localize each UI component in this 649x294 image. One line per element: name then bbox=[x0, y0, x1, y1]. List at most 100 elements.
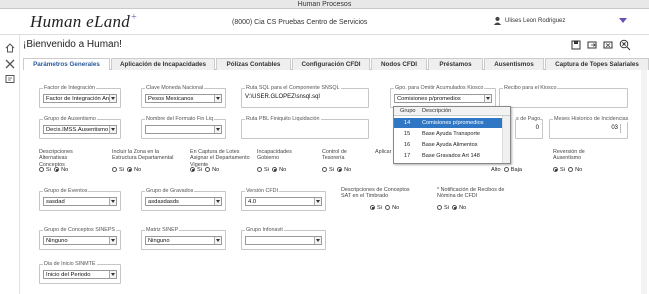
radio-si bbox=[39, 167, 44, 172]
reversion-ausentismo-radio[interactable]: Si No bbox=[553, 167, 582, 173]
desc-alternativas-label: Descripciones Alternativas Conceptos bbox=[39, 149, 73, 168]
radio-no bbox=[205, 167, 211, 172]
ruta-sql-group: Ruta SQL para el Componente SNSQL V:\USE… bbox=[241, 85, 369, 108]
notificacion-recibos-label: * Notificación de Recibos de Nómina de C… bbox=[437, 187, 505, 200]
version-cfdi-select[interactable]: 4.0 bbox=[245, 197, 322, 206]
ruta-sql-input[interactable]: V:\USER.GLOPEZ\snsql.sql bbox=[245, 94, 320, 100]
grupo-eventos-select[interactable]: sasdad bbox=[43, 197, 117, 206]
notificacion-recibos-radio[interactable]: Si No bbox=[437, 205, 466, 211]
grupo-infonavit-select[interactable] bbox=[245, 236, 322, 245]
grupo-infonavit-group: Grupo Infonavit bbox=[241, 227, 326, 250]
dias-pago-input[interactable]: 0 bbox=[536, 125, 539, 131]
desc-sat-timbrado-label: Descripciones de Conceptos SAT en el Tim… bbox=[341, 187, 410, 200]
radio-no bbox=[568, 167, 574, 172]
radio-si bbox=[322, 167, 327, 172]
dropdown-option[interactable]: 16 Base Ayuda Alimentos bbox=[394, 140, 502, 150]
ausentismo-alta-baja-radio[interactable]: Alto Baja bbox=[491, 167, 522, 173]
incapacidades-gobierno-label: Incapacidades Gobierno bbox=[257, 149, 292, 162]
radio-si bbox=[257, 167, 262, 172]
page-title: ¡Bienvenido a Human! bbox=[23, 39, 122, 50]
page-scrollbar[interactable] bbox=[641, 70, 647, 294]
radio-no bbox=[385, 205, 391, 210]
chevron-down-icon bbox=[109, 126, 116, 133]
window-title: Human Procesos bbox=[0, 0, 649, 9]
left-rail bbox=[0, 35, 20, 294]
dia-inicio-sinmte-select[interactable]: Inicio del Periodo bbox=[43, 270, 117, 279]
en-captura-lotes-radio[interactable]: Si No bbox=[190, 167, 219, 173]
grupo-omitir-group: Gpo. para Omitir Acumulados Kiosco Comis… bbox=[390, 85, 496, 108]
home-icon[interactable] bbox=[5, 43, 15, 53]
nombre-formato-group: Nombre del Formato Fin Liq bbox=[141, 116, 226, 139]
tab-configuracion-cfdi[interactable]: Configuración CFDI bbox=[292, 58, 370, 70]
report-icon[interactable] bbox=[5, 74, 15, 84]
chevron-down-icon bbox=[214, 198, 221, 205]
nombre-formato-select[interactable] bbox=[145, 125, 222, 134]
stepper-icon[interactable] bbox=[620, 124, 626, 133]
radio-si bbox=[553, 167, 558, 172]
chevron-down-icon bbox=[109, 95, 116, 102]
tools-icon[interactable] bbox=[5, 59, 15, 69]
dropdown-option[interactable]: 15 Base Ayuda Transporte bbox=[394, 129, 502, 139]
grupo-sineps-select[interactable]: Ninguno bbox=[43, 236, 117, 245]
en-captura-lotes-label: En Captura de Lotes Asignar el Departame… bbox=[190, 149, 250, 168]
tab-nodos-cfdi[interactable]: Nodos CFDI bbox=[371, 58, 427, 70]
chevron-down-icon bbox=[214, 237, 221, 244]
version-cfdi-group: Versión CFDI 4.0 bbox=[241, 188, 326, 211]
clave-moneda-group: Clave Moneda Nacional Pesos Mexicanos bbox=[141, 85, 226, 108]
dias-pago-group: s de Pago 0 bbox=[515, 116, 543, 139]
factor-integracion-group: Factor de Integración Factor de Integrac… bbox=[39, 85, 121, 108]
radio-no bbox=[452, 205, 458, 210]
grupo-gravados-select[interactable]: asdasdasds bbox=[145, 197, 222, 206]
chevron-down-icon bbox=[214, 95, 221, 102]
radio-si bbox=[370, 205, 375, 210]
grupo-ausentismo-select[interactable]: Decis.IMSS.Ausentismo bbox=[43, 125, 117, 134]
radio-si bbox=[190, 167, 195, 172]
grupo-omitir-select[interactable]: Comisiones p/promedios bbox=[394, 94, 492, 103]
grupo-omitir-dropdown-list[interactable]: Grupo Descripción 14 Comisiones p/promedio… bbox=[393, 106, 511, 164]
dropdown-option[interactable]: 14 Comisiones p/promedios bbox=[394, 118, 502, 128]
meses-historico-group: Meses Historico de Incidencias 03 bbox=[549, 116, 630, 139]
grupo-ausentismo-group: Grupo de Ausentismo Decis.IMSS.Ausentism… bbox=[39, 116, 121, 139]
radio-si bbox=[437, 205, 442, 210]
dropdown-option[interactable]: 17 Base Gravados Art 148 bbox=[394, 151, 502, 161]
radio-no bbox=[127, 167, 133, 172]
close-search-icon[interactable] bbox=[619, 39, 631, 51]
top-bar: Human eLand+ (8000) Cia CS Pruebas Centr… bbox=[0, 9, 649, 35]
radio-baja bbox=[503, 167, 509, 172]
user-avatar-icon[interactable] bbox=[493, 16, 502, 25]
desc-sat-timbrado-radio[interactable]: Si No bbox=[370, 205, 399, 211]
control-tesoreria-label: Control de Tesorería bbox=[322, 149, 347, 162]
grupo-gravados-group: Grupo de Gravados asdasdasds bbox=[141, 188, 226, 211]
desc-alternativas-radio[interactable]: Si No bbox=[39, 167, 68, 173]
meses-historico-input[interactable]: 03 bbox=[611, 125, 618, 131]
chevron-down-icon bbox=[484, 95, 491, 102]
chevron-down-icon bbox=[109, 237, 116, 244]
save-icon[interactable] bbox=[571, 40, 581, 50]
recibo-kiosco-group: Recibo para el Kiosco bbox=[499, 85, 628, 108]
chevron-down-icon bbox=[314, 237, 321, 244]
export-icon[interactable] bbox=[587, 40, 597, 50]
tab-polizas-contables[interactable]: Pólizas Contables bbox=[216, 58, 291, 70]
grupo-eventos-group: Grupo de Eventos sasdad bbox=[39, 188, 121, 211]
user-menu-chevron-icon[interactable] bbox=[619, 18, 627, 23]
tab-bar: Parámetros Generales Aplicación de Incap… bbox=[23, 58, 649, 71]
aplicar-emple-label: Aplicar Emple bbox=[375, 149, 395, 155]
incluir-zona-radio[interactable]: Si No bbox=[112, 167, 141, 173]
tab-ausentismos[interactable]: Ausentismos bbox=[484, 58, 544, 70]
matriz-sinep-select[interactable]: Ninguno bbox=[145, 236, 222, 245]
reversion-ausentismo-label: Reversión de Ausentismo bbox=[553, 149, 585, 162]
delete-icon[interactable] bbox=[603, 40, 613, 50]
dropdown-scrollbar[interactable] bbox=[502, 116, 510, 163]
clave-moneda-select[interactable]: Pesos Mexicanos bbox=[145, 94, 222, 103]
control-tesoreria-radio[interactable]: Si No bbox=[322, 167, 351, 173]
factor-integracion-select[interactable]: Factor de Integración Anu bbox=[43, 94, 117, 103]
company-label: (8000) Cia CS Pruebas Centro de Servicio… bbox=[232, 19, 368, 26]
radio-si bbox=[112, 167, 117, 172]
tab-prestamos[interactable]: Préstamos bbox=[428, 58, 483, 70]
tab-aplicacion-incapacidades[interactable]: Aplicación de Incapacidades bbox=[111, 58, 215, 70]
matriz-sinep-group: Matriz SINEP Ninguno bbox=[141, 227, 226, 250]
incapacidades-gobierno-radio[interactable]: Si No bbox=[257, 167, 286, 173]
chevron-down-icon bbox=[109, 271, 116, 278]
tab-captura-topes[interactable]: Captura de Topes Salariales bbox=[545, 58, 649, 70]
user-name[interactable]: Ulises Leon Rodriguez bbox=[505, 18, 565, 24]
